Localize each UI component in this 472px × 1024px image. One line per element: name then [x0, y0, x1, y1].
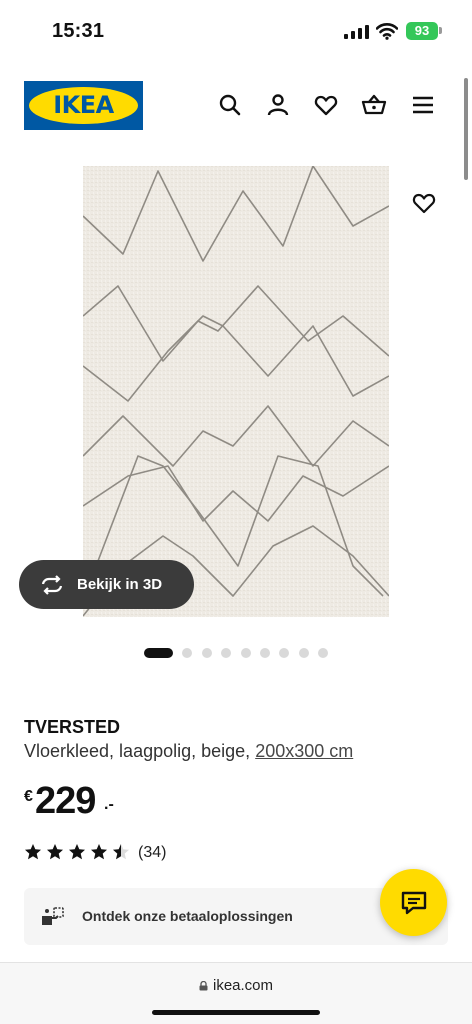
view-in-3d-label: Bekijk in 3D [77, 576, 163, 593]
carousel-dot-active[interactable] [144, 648, 173, 658]
carousel-dot[interactable] [240, 648, 251, 658]
star-full-icon [24, 843, 42, 861]
carousel-dots[interactable] [0, 646, 472, 658]
view-in-3d-button[interactable]: Bekijk in 3D [19, 560, 194, 609]
site-header: IKEA [0, 66, 472, 146]
star-full-icon [68, 843, 86, 861]
carousel-dot[interactable] [260, 648, 270, 658]
logo-oval: IKEA [29, 87, 138, 124]
wifi-icon [376, 23, 398, 40]
carousel-dot[interactable] [182, 648, 193, 658]
star-full-icon [46, 843, 64, 861]
browser-address-bar[interactable]: ikea.com [0, 962, 472, 1024]
star-full-icon [90, 843, 108, 861]
price-decimals: .- [104, 796, 114, 813]
price-integer: 229 [35, 780, 96, 822]
ikea-logo[interactable]: IKEA [24, 81, 143, 130]
star-half-icon [112, 843, 130, 861]
user-icon[interactable] [265, 92, 291, 118]
carousel-dot[interactable] [298, 648, 309, 658]
status-time: 15:31 [52, 20, 105, 42]
product-image[interactable] [83, 166, 389, 617]
favorite-heart-icon[interactable] [411, 190, 437, 216]
carousel-dot[interactable] [221, 648, 232, 658]
url-display[interactable]: ikea.com [0, 977, 472, 994]
carousel-dot[interactable] [279, 648, 290, 658]
price-currency: € [24, 788, 33, 805]
menu-icon[interactable] [410, 92, 436, 118]
product-name: TVERSTED [24, 717, 121, 737]
status-bar: 15:31 93 [0, 0, 472, 60]
heart-icon[interactable] [313, 92, 339, 118]
payment-options-label: Ontdek onze betaaloplossingen [82, 908, 293, 924]
home-indicator [152, 1010, 320, 1015]
scrollbar[interactable] [464, 78, 468, 180]
signal-icon [344, 25, 369, 39]
product-description: Vloerkleed, laagpolig, beige, 200x300 cm [24, 741, 353, 762]
size-link[interactable]: 200x300 cm [255, 741, 353, 761]
product-description-text: Vloerkleed, laagpolig, beige, [24, 741, 251, 761]
search-icon[interactable] [217, 92, 243, 118]
chat-button[interactable] [380, 869, 447, 936]
carousel-dot[interactable] [318, 648, 329, 658]
url-text: ikea.com [212, 977, 274, 994]
payment-icon [42, 907, 64, 925]
rotate-3d-icon [41, 575, 63, 595]
basket-icon[interactable] [361, 92, 387, 118]
logo-text: IKEA [53, 91, 114, 119]
battery-tip [439, 27, 442, 34]
battery-indicator: 93 [406, 22, 438, 40]
chat-icon [401, 891, 427, 915]
lock-icon [199, 981, 208, 991]
rating-count[interactable]: (34) [138, 844, 166, 862]
carousel-dot[interactable] [201, 648, 212, 658]
